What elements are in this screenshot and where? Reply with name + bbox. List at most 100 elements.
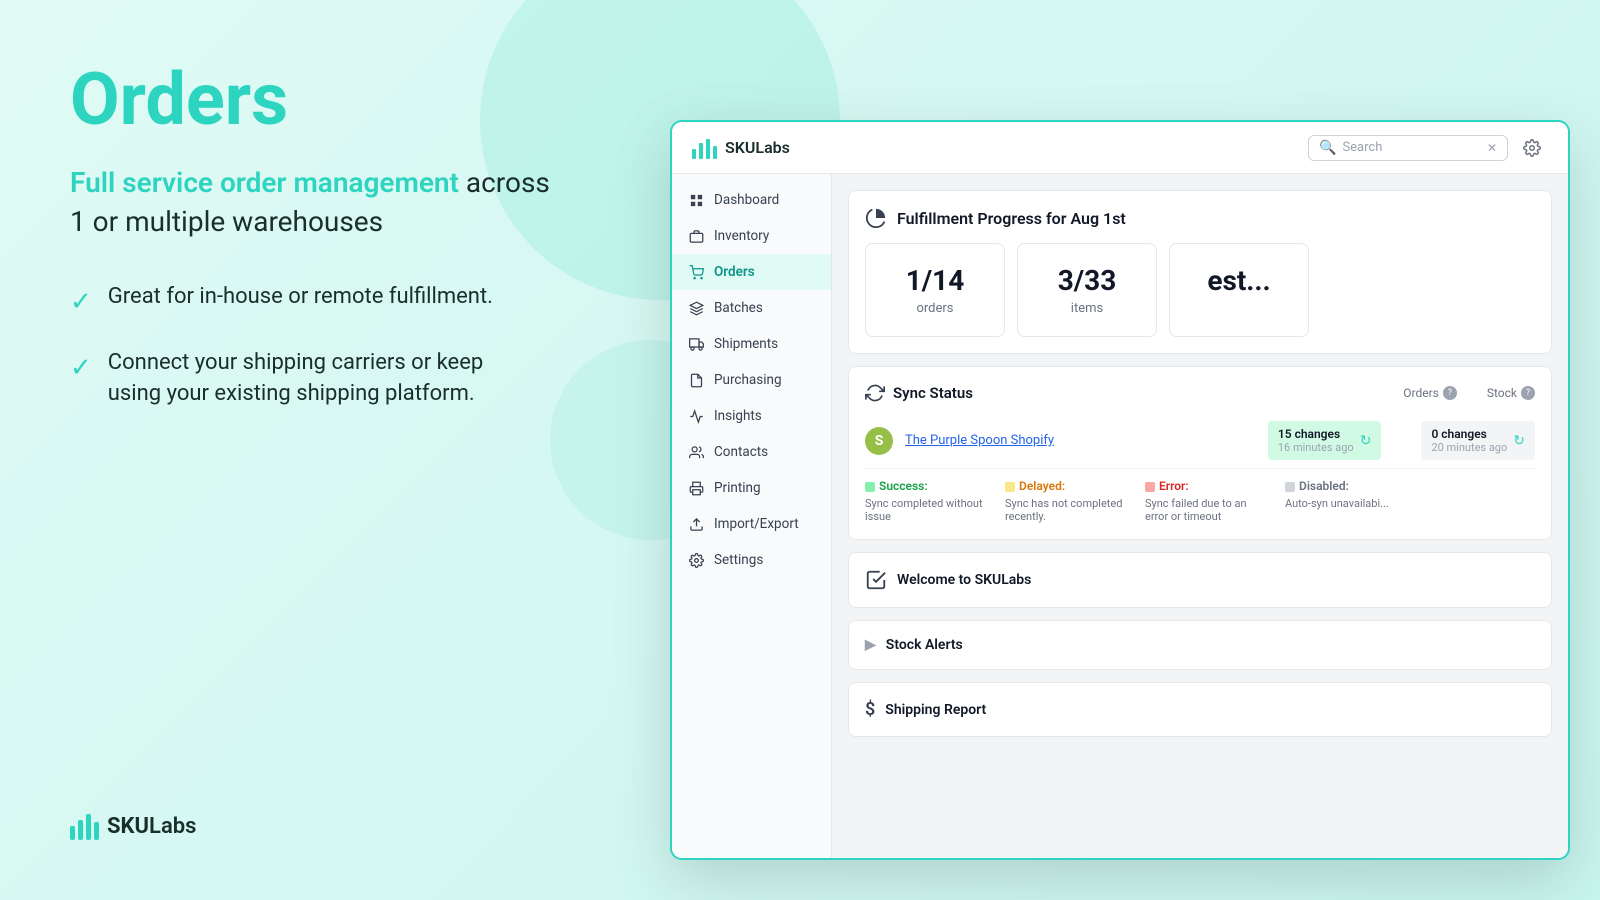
feature-text-2: Connect your shipping carriers or keepus… (108, 348, 483, 410)
shipping-report-card: $ Shipping Report (848, 682, 1552, 737)
stock-refresh-button[interactable]: ↻ (1513, 433, 1525, 449)
delayed-dot (1005, 482, 1015, 492)
orders-changes: 15 changes (1278, 427, 1354, 441)
stock-alerts-row: ▶ Stock Alerts (865, 637, 1535, 653)
purchasing-icon (688, 372, 704, 388)
app-logo-bar-1 (692, 149, 696, 159)
orders-sync-box: 15 changes 16 minutes ago ↻ (1268, 421, 1382, 460)
feature-list: ✓ Great for in-house or remote fulfillme… (70, 282, 610, 438)
app-logo-sku: SKU (725, 138, 755, 157)
search-clear-icon: ✕ (1487, 141, 1497, 155)
sidebar-item-dashboard[interactable]: Dashboard (672, 182, 831, 218)
stat-est-text: est... (1194, 264, 1284, 297)
logo-bar-3 (86, 814, 91, 840)
app-logo-bar-3 (706, 139, 710, 159)
logo-bar-4 (94, 822, 99, 840)
sidebar-label-import-export: Import/Export (714, 516, 799, 532)
sidebar-label-insights: Insights (714, 408, 762, 424)
welcome-icon (865, 569, 887, 591)
app-window: SKULabs 🔍 Search ✕ Dashboard (670, 120, 1570, 860)
success-label: Success: (879, 479, 928, 493)
logo-sku: SKU (107, 814, 149, 839)
welcome-section: Welcome to SKULabs (865, 569, 1535, 591)
subtitle-highlight: Full service order management (70, 166, 459, 199)
sidebar-label-orders: Orders (714, 264, 755, 280)
app-logo: SKULabs (692, 137, 790, 159)
logo-text: SKULabs (107, 814, 196, 839)
settings-header-button[interactable] (1516, 132, 1548, 164)
logo-bar-2 (78, 820, 83, 840)
inventory-icon (688, 228, 704, 244)
logo-bar-1 (70, 826, 75, 840)
logo-labs: Labs (149, 814, 196, 839)
stat-orders-label: orders (916, 301, 953, 316)
batches-icon (688, 300, 704, 316)
sidebar-item-contacts[interactable]: Contacts (672, 434, 831, 470)
fulfillment-card: Fulfillment Progress for Aug 1st 1/14 or… (848, 190, 1552, 354)
logo-bars (70, 812, 99, 840)
stock-alerts-title: Stock Alerts (886, 637, 963, 653)
error-desc: Sync failed due to an error or timeout (1145, 497, 1265, 523)
feature-item-1: ✓ Great for in-house or remote fulfillme… (70, 282, 610, 320)
sync-card: Sync Status Orders ? Stock ? S (848, 366, 1552, 540)
pie-chart-icon (865, 207, 887, 229)
sidebar-item-shipments[interactable]: Shipments (672, 326, 831, 362)
stock-col-label: Stock ? (1487, 386, 1535, 400)
orders-sync-time: 16 minutes ago (1278, 441, 1354, 454)
feature-item-2: ✓ Connect your shipping carriers or keep… (70, 348, 610, 410)
orders-icon (688, 264, 704, 280)
welcome-title: Welcome to SKULabs (897, 572, 1031, 588)
marketing-logo: SKULabs (70, 812, 610, 840)
sidebar-item-purchasing[interactable]: Purchasing (672, 362, 831, 398)
stock-alerts-card[interactable]: ▶ Stock Alerts (848, 620, 1552, 670)
sidebar-item-printing[interactable]: Printing (672, 470, 831, 506)
sidebar-label-dashboard: Dashboard (714, 192, 779, 208)
legend-disabled: Disabled: Auto-syn unavailabi... (1285, 479, 1389, 523)
insights-icon (688, 408, 704, 424)
sidebar-item-insights[interactable]: Insights (672, 398, 831, 434)
legend-delayed: Delayed: Sync has not completed recently… (1005, 479, 1125, 523)
delayed-label: Delayed: (1019, 479, 1065, 493)
check-icon-2: ✓ (70, 350, 92, 386)
stat-orders-number: 1/14 (890, 264, 980, 297)
sidebar: Dashboard Inventory Orders Batches (672, 174, 832, 858)
fulfillment-stats: 1/14 orders 3/33 items est... (865, 243, 1535, 337)
disabled-desc: Auto-syn unavailabi... (1285, 497, 1389, 510)
stock-help-icon: ? (1521, 386, 1535, 400)
orders-refresh-button[interactable]: ↻ (1360, 433, 1372, 449)
contacts-icon (688, 444, 704, 460)
sidebar-item-inventory[interactable]: Inventory (672, 218, 831, 254)
disabled-dot (1285, 482, 1295, 492)
sync-legend: Success: Sync completed without issue De… (865, 479, 1535, 523)
sidebar-item-settings[interactable]: Settings (672, 542, 831, 578)
disabled-label: Disabled: (1299, 479, 1349, 493)
search-placeholder: Search (1342, 140, 1481, 155)
delayed-desc: Sync has not completed recently. (1005, 497, 1125, 523)
stock-col-text: Stock (1487, 386, 1517, 400)
hero-subtitle: Full service order management across1 or… (70, 163, 610, 241)
sync-title: Sync Status (865, 383, 973, 403)
search-box[interactable]: 🔍 Search ✕ (1308, 135, 1508, 161)
sidebar-item-orders[interactable]: Orders (672, 254, 831, 290)
sidebar-item-batches[interactable]: Batches (672, 290, 831, 326)
shipments-icon (688, 336, 704, 352)
legend-success: Success: Sync completed without issue (865, 479, 985, 523)
dashboard-icon (688, 192, 704, 208)
sync-row-purple-spoon: S The Purple Spoon Shopify 15 changes 16… (865, 413, 1535, 469)
sync-store-name[interactable]: The Purple Spoon Shopify (905, 433, 1054, 448)
orders-col-text: Orders (1403, 386, 1439, 400)
error-dot (1145, 482, 1155, 492)
sync-title-text: Sync Status (893, 384, 973, 402)
app-logo-bar-2 (699, 143, 703, 159)
app-logo-bars (692, 137, 717, 159)
sidebar-item-import-export[interactable]: Import/Export (672, 506, 831, 542)
stat-orders: 1/14 orders (865, 243, 1005, 337)
search-icon: 🔍 (1319, 140, 1336, 156)
orders-help-icon: ? (1443, 386, 1457, 400)
sync-icon (865, 383, 885, 403)
stock-alerts-chevron: ▶ (865, 637, 876, 653)
sidebar-label-contacts: Contacts (714, 444, 768, 460)
stat-items: 3/33 items (1017, 243, 1157, 337)
stat-est: est... (1169, 243, 1309, 337)
stock-sync-box: 0 changes 20 minutes ago ↻ (1421, 421, 1535, 460)
